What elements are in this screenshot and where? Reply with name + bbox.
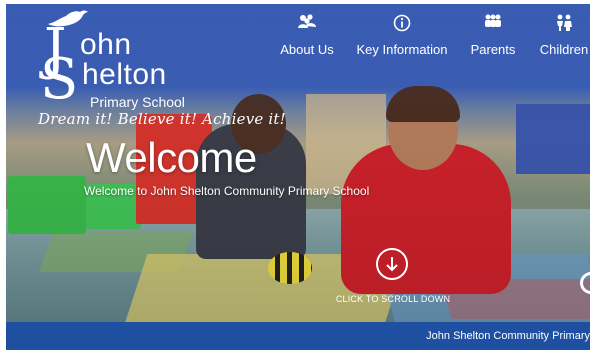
- nav-label-key-information: Key Information: [356, 42, 448, 57]
- nav-label-children: Children: [539, 42, 589, 57]
- page-frame: J S ohn helton Primary School Dream it! …: [6, 4, 590, 350]
- school-logo[interactable]: J S ohn helton Primary School: [36, 8, 186, 118]
- nav-item-parents[interactable]: Parents: [466, 14, 520, 57]
- logo-initial-s: S: [40, 47, 79, 112]
- hero-subtitle: Welcome to John Shelton Community Primar…: [84, 184, 370, 198]
- bottom-bar-text: John Shelton Community Primary: [426, 330, 590, 342]
- school-tagline: Dream it! Believe it! Achieve it!: [38, 110, 286, 128]
- nav-item-children[interactable]: Children: [534, 14, 590, 57]
- main-nav: About Us Key Information Parents Childre…: [268, 14, 590, 64]
- info-icon: [350, 14, 454, 34]
- logo-name-first: ohn: [80, 28, 132, 61]
- children-icon: [534, 14, 590, 34]
- scroll-down-button[interactable]: [376, 248, 408, 280]
- users-icon: [276, 14, 338, 34]
- nav-item-about-us[interactable]: About Us: [276, 14, 338, 57]
- bottom-bar: John Shelton Community Primary: [6, 322, 590, 350]
- hero-title: Welcome: [86, 134, 257, 181]
- parents-icon: [466, 14, 520, 34]
- scroll-down-label[interactable]: CLICK TO SCROLL DOWN: [328, 294, 458, 304]
- nav-label-about-us: About Us: [280, 42, 334, 57]
- nav-item-key-information[interactable]: Key Information: [350, 14, 454, 57]
- arrow-down-icon: [386, 257, 398, 272]
- hero-banner: J S ohn helton Primary School Dream it! …: [6, 4, 590, 322]
- logo-subtitle: Primary School: [90, 94, 185, 110]
- logo-name-last: helton: [82, 58, 167, 91]
- nav-label-parents: Parents: [470, 42, 516, 57]
